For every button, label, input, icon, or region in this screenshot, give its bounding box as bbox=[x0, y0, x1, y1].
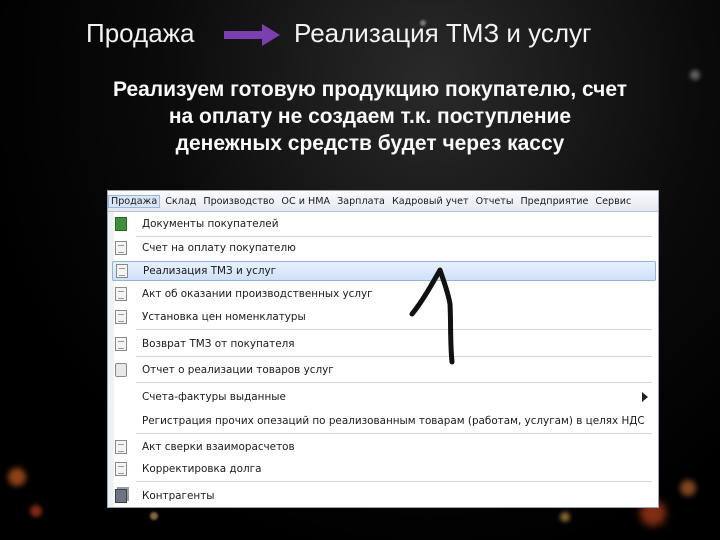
menu-item-counterparties[interactable]: Контрагенты bbox=[112, 486, 656, 506]
directory-icon bbox=[115, 489, 127, 503]
menu-sales[interactable]: Продажа bbox=[108, 194, 161, 208]
menu-item-label: Акт сверки взаиморасчетов bbox=[142, 441, 295, 453]
menu-item-reconciliation-act[interactable]: Акт сверки взаиморасчетов bbox=[112, 437, 656, 457]
menu-item-label: Счет на оплату покупателю bbox=[142, 242, 296, 254]
document-icon bbox=[115, 287, 127, 301]
menu-item-customer-return[interactable]: Возврат ТМЗ от покупателя bbox=[112, 334, 656, 354]
journal-icon bbox=[115, 217, 127, 231]
menu-production[interactable]: Производство bbox=[201, 196, 276, 207]
document-icon bbox=[115, 462, 127, 476]
menu-salary[interactable]: Зарплата bbox=[335, 196, 387, 207]
menu-item-vat-registration[interactable]: Регистрация прочих опезаций по реализова… bbox=[112, 411, 656, 431]
menu-item-invoice-for-payment[interactable]: Счет на оплату покупателю bbox=[112, 238, 656, 258]
menu-separator bbox=[136, 356, 652, 357]
menu-item-production-services-act[interactable]: Акт об оказании производственных услуг bbox=[112, 284, 656, 304]
menu-item-issued-invoices[interactable]: Счета-фактуры выданные bbox=[112, 387, 656, 407]
menu-item-sales-report[interactable]: Отчет о реализации товаров услуг bbox=[112, 360, 656, 380]
menu-separator bbox=[136, 329, 652, 330]
document-icon bbox=[116, 264, 128, 278]
menu-item-sales-of-goods-and-services[interactable]: Реализация ТМЗ и услуг bbox=[112, 261, 656, 281]
menu-item-label: Установка цен номенклатуры bbox=[142, 311, 306, 323]
app-window: Продажа Склад Производство ОС и НМА Зарп… bbox=[107, 190, 659, 508]
menu-fixed-assets[interactable]: ОС и НМА bbox=[279, 196, 332, 207]
report-icon bbox=[115, 363, 127, 377]
document-icon bbox=[115, 310, 127, 324]
menu-separator bbox=[136, 382, 652, 383]
menu-item-label: Контрагенты bbox=[142, 490, 215, 502]
menu-separator bbox=[136, 481, 652, 482]
document-icon bbox=[115, 241, 127, 255]
menu-item-label: Счета-фактуры выданные bbox=[142, 391, 286, 403]
blank-icon bbox=[115, 390, 127, 404]
menu-item-label: Акт об оказании производственных услуг bbox=[142, 288, 373, 300]
menu-bar: Продажа Склад Производство ОС и НМА Зарп… bbox=[108, 191, 658, 212]
menu-hr[interactable]: Кадровый учет bbox=[390, 196, 471, 207]
menu-warehouse[interactable]: Склад bbox=[163, 196, 198, 207]
menu-item-label: Корректировка долга bbox=[142, 463, 262, 475]
menu-item-label: Реализация ТМЗ и услуг bbox=[143, 265, 277, 277]
menu-reports[interactable]: Отчеты bbox=[474, 196, 516, 207]
document-icon bbox=[115, 440, 127, 454]
header-left-title: Продажа bbox=[86, 18, 195, 48]
menu-item-label: Документы покупателей bbox=[142, 218, 279, 230]
submenu-arrow-icon bbox=[642, 392, 648, 402]
header-right-title: Реализация ТМЗ и услуг bbox=[294, 18, 592, 48]
right-arrow-icon bbox=[224, 24, 280, 46]
menu-item-debt-adjustment[interactable]: Корректировка долга bbox=[112, 459, 656, 479]
menu-separator bbox=[136, 433, 652, 434]
menu-service[interactable]: Сервис bbox=[593, 196, 633, 207]
subtitle-line: на оплату не создаем т.к. поступление bbox=[168, 105, 572, 128]
subtitle-line: Реализуем готовую продукцию покупателю, … bbox=[112, 78, 628, 101]
menu-item-label: Отчет о реализации товаров услуг bbox=[142, 364, 334, 376]
menu-item-set-item-prices[interactable]: Установка цен номенклатуры bbox=[112, 307, 656, 327]
blank-icon bbox=[115, 414, 127, 428]
menu-enterprise[interactable]: Предприятие bbox=[518, 196, 590, 207]
menu-item-customer-documents[interactable]: Документы покупателей bbox=[112, 214, 656, 234]
menu-item-label: Регистрация прочих опезаций по реализова… bbox=[142, 415, 645, 427]
menu-separator bbox=[136, 236, 652, 237]
menu-item-label: Возврат ТМЗ от покупателя bbox=[142, 338, 295, 350]
slide-subtitle: Реализуем готовую продукцию покупателю, … bbox=[70, 76, 670, 157]
document-icon bbox=[115, 337, 127, 351]
subtitle-line: денежных средств будет через кассу bbox=[175, 132, 565, 155]
